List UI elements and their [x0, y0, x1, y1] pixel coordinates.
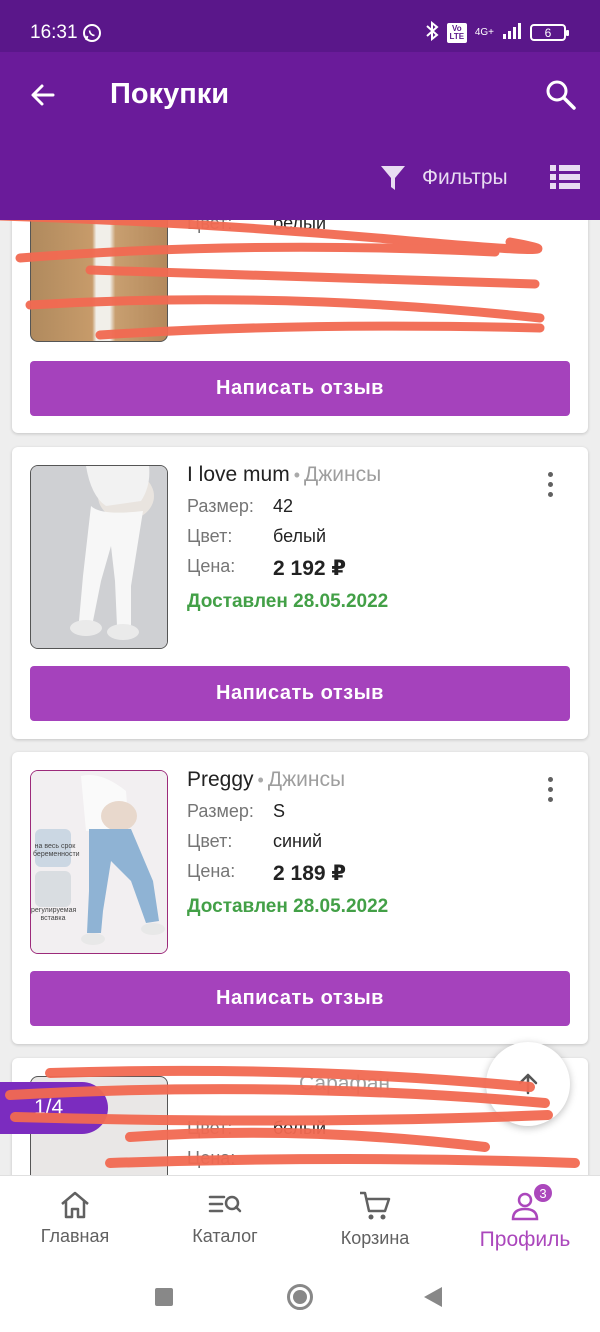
- notification-badge: 3: [532, 1182, 554, 1204]
- write-review-button[interactable]: Написать отзыв: [30, 971, 570, 1026]
- product-image: на весь срок беременности регулируемая в…: [30, 770, 168, 954]
- more-options-button[interactable]: [536, 772, 564, 806]
- page-indicator: 1/4: [0, 1082, 108, 1134]
- nav-cart[interactable]: Корзина: [300, 1176, 450, 1262]
- arrow-left-icon: [31, 84, 55, 106]
- battery-icon: 6: [530, 24, 569, 41]
- search-icon: [546, 80, 576, 110]
- purchase-card: Цвет: белый Написать отзыв: [12, 220, 588, 433]
- status-time: 16:31: [30, 22, 78, 43]
- filter-button[interactable]: Фильтры: [380, 164, 508, 192]
- purchase-card: на весь срок беременности регулируемая в…: [12, 752, 588, 1044]
- product-title: Сарафан: [187, 1072, 390, 1096]
- back-nav-button[interactable]: [424, 1287, 442, 1307]
- white-jeans-image: [31, 466, 167, 648]
- product-category: Сарафан: [299, 1072, 390, 1095]
- product-color: белый: [273, 526, 327, 546]
- delivery-status: Доставлен 28.05.2022: [187, 896, 389, 917]
- more-vert-icon: [547, 776, 553, 782]
- arrow-up-icon: [518, 1073, 538, 1095]
- bluetooth-icon: [425, 20, 439, 44]
- back-button[interactable]: [26, 78, 60, 112]
- page-title: Покупки: [110, 78, 230, 110]
- home-circle-icon: [293, 1290, 307, 1304]
- system-navigation: [0, 1261, 600, 1332]
- volte-icon: Vo LTE: [446, 22, 467, 43]
- status-icons: Vo LTE 4G+ 6: [425, 20, 569, 44]
- delivery-status: Доставлен 28.05.2022: [187, 591, 389, 612]
- nav-catalog[interactable]: Каталог: [150, 1176, 300, 1262]
- nav-profile[interactable]: 3 Профиль: [450, 1176, 600, 1262]
- image-caption: на весь срок беременности: [33, 843, 80, 858]
- more-vert-icon: [547, 471, 553, 477]
- product-image: [30, 465, 168, 649]
- product-title: Preggy • Джинсы: [187, 768, 346, 791]
- cart-icon: [360, 1191, 391, 1220]
- product-size: 42: [273, 496, 294, 516]
- product-title: I love mum • Джинсы: [187, 463, 382, 486]
- filter-icon: [381, 166, 405, 190]
- product-image: [30, 220, 168, 342]
- list-view-icon: [550, 165, 580, 189]
- scroll-top-button[interactable]: [486, 1042, 570, 1126]
- blue-jeans-image: [31, 771, 167, 953]
- product-category: Джинсы: [267, 768, 346, 791]
- network-type: 4G+: [474, 27, 494, 38]
- status-bar: 16:31 Vo LTE 4G+ 6: [0, 0, 600, 52]
- signal-icon: [502, 23, 522, 42]
- home-button[interactable]: [287, 1284, 313, 1310]
- product-price: 2 192 ₽: [273, 557, 346, 580]
- list-view-button[interactable]: [550, 164, 582, 192]
- search-button[interactable]: [544, 78, 578, 112]
- product-color: синий: [273, 831, 323, 851]
- nav-home[interactable]: Главная: [0, 1176, 150, 1262]
- app-bar: Покупки Фильтры: [0, 52, 600, 220]
- product-size: S: [273, 801, 286, 821]
- catalog-search-icon: [208, 1195, 242, 1213]
- bottom-navigation: Главная Каталог Корзина 3 Профиль: [0, 1175, 600, 1261]
- purchases-list[interactable]: Цвет: белый Написать отзыв I love mum • Дж…: [0, 220, 600, 1175]
- whatsapp-icon: [82, 23, 102, 48]
- home-icon: [61, 1191, 89, 1219]
- more-options-button[interactable]: [536, 467, 564, 501]
- recent-apps-button[interactable]: [155, 1288, 173, 1306]
- product-category: Джинсы: [304, 463, 382, 486]
- write-review-button[interactable]: Написать отзыв: [30, 666, 570, 721]
- image-caption: регулируемая вставка: [31, 907, 77, 922]
- product-price: 2 189 ₽: [273, 862, 346, 885]
- product-brand: I love mum: [187, 463, 290, 486]
- product-brand: Preggy: [187, 768, 254, 791]
- filter-label: Фильтры: [422, 166, 508, 189]
- purchase-card: I love mum • Джинсы Размер: 42 Цвет: белый…: [12, 447, 588, 739]
- write-review-button[interactable]: Написать отзыв: [30, 361, 570, 416]
